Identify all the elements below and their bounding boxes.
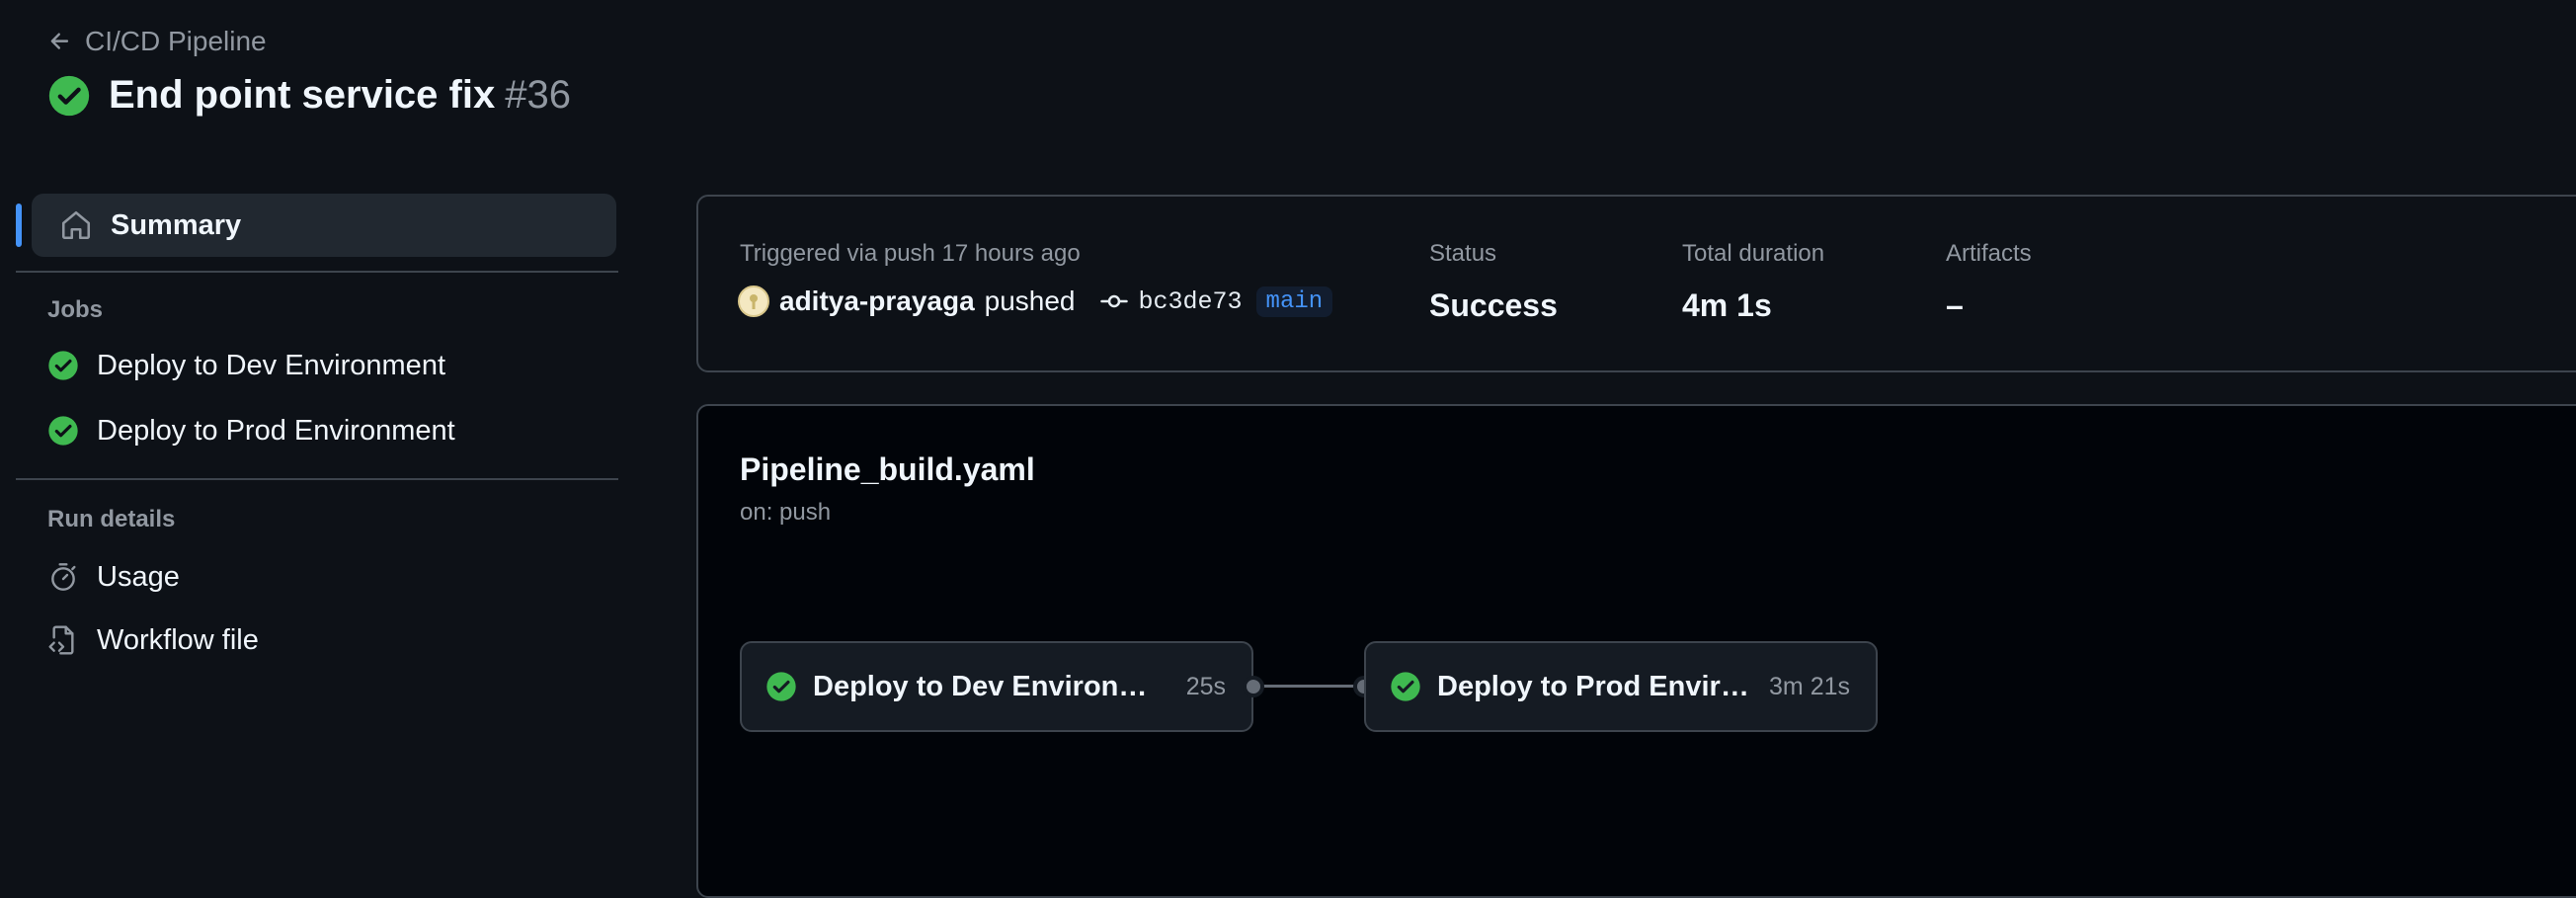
workflow-graph-card: Pipeline_build.yaml on: push Deploy to D… <box>696 404 2576 898</box>
duration-label: Total duration <box>1682 240 1825 267</box>
duration-value: 4m 1s <box>1682 287 1772 323</box>
divider <box>16 478 618 480</box>
sidebar-item-label: Deploy to Prod Environment <box>97 414 455 447</box>
user-avatar-icon <box>750 294 758 309</box>
run-header: CI/CD Pipeline End point service fix #36 <box>47 22 571 118</box>
check-circle-icon <box>1391 672 1420 701</box>
commit-sha-link[interactable]: bc3de73 <box>1139 287 1243 316</box>
check-circle-icon <box>48 416 78 446</box>
file-code-icon <box>48 625 74 655</box>
job-node-duration: 25s <box>1185 672 1226 700</box>
git-commit-icon <box>1099 294 1128 308</box>
status-value: Success <box>1429 287 1558 323</box>
sidebar-item-label: Usage <box>97 560 180 593</box>
artifacts-stat: Artifacts – <box>1946 240 2032 324</box>
check-circle-icon <box>766 672 796 701</box>
sidebar-item-usage[interactable]: Usage <box>16 545 618 609</box>
branch-label[interactable]: main <box>1255 286 1333 317</box>
check-circle-icon <box>48 75 90 116</box>
workflow-file-name: Pipeline_build.yaml <box>740 451 1035 487</box>
status-stat: Status Success <box>1429 240 1558 324</box>
sidebar-item-label: Deploy to Dev Environment <box>97 349 445 381</box>
stopwatch-icon <box>51 563 76 591</box>
check-circle-icon <box>48 351 78 380</box>
sidebar-item-job-prod[interactable]: Deploy to Prod Environment <box>16 399 618 462</box>
sidebar-item-summary[interactable]: Summary <box>16 194 616 257</box>
trigger-details: aditya-prayaga pushed bc3de73 main <box>738 286 1333 317</box>
run-title-row: End point service fix #36 <box>47 73 571 118</box>
trigger-text: Triggered via push 17 hours ago <box>740 240 1081 267</box>
job-node-prod[interactable]: Deploy to Prod Environment 3m 21s <box>1364 641 1878 732</box>
run-number: #36 <box>505 73 571 117</box>
arrow-left-icon <box>50 33 69 49</box>
job-node-dev[interactable]: Deploy to Dev Environment 25s <box>740 641 1253 732</box>
sidebar-item-label: Summary <box>111 208 242 241</box>
job-connector-line <box>1253 685 1364 688</box>
divider <box>16 271 618 273</box>
job-node-label: Deploy to Dev Environment <box>813 670 1170 702</box>
status-label: Status <box>1429 240 1497 267</box>
artifacts-value: – <box>1946 287 1964 323</box>
duration-stat: Total duration 4m 1s <box>1682 240 1824 324</box>
job-node-duration: 3m 21s <box>1769 672 1850 700</box>
artifacts-label: Artifacts <box>1946 240 2032 267</box>
page-title: End point service fix <box>109 73 496 117</box>
jobs-heading: Jobs <box>47 296 104 323</box>
active-indicator <box>16 204 22 247</box>
run-summary-card: Triggered via push 17 hours ago aditya-p… <box>696 195 2576 372</box>
home-icon <box>61 210 91 240</box>
job-connector-dot-out <box>1243 676 1264 697</box>
avatar[interactable] <box>738 286 769 317</box>
sidebar-item-job-dev[interactable]: Deploy to Dev Environment <box>16 334 618 397</box>
sidebar-item-label: Workflow file <box>97 623 259 656</box>
actor-link[interactable]: aditya-prayaga <box>779 286 975 317</box>
action-text: pushed <box>984 286 1076 316</box>
back-link-label[interactable]: CI/CD Pipeline <box>85 26 267 57</box>
sidebar: Summary Jobs Deploy to Dev Environment D… <box>16 194 618 672</box>
run-details-heading: Run details <box>47 506 176 532</box>
job-node-label: Deploy to Prod Environment <box>1437 670 1753 702</box>
back-link[interactable]: CI/CD Pipeline <box>47 22 571 61</box>
workflow-trigger: on: push <box>740 499 832 526</box>
sidebar-item-workflow-file[interactable]: Workflow file <box>16 609 618 672</box>
